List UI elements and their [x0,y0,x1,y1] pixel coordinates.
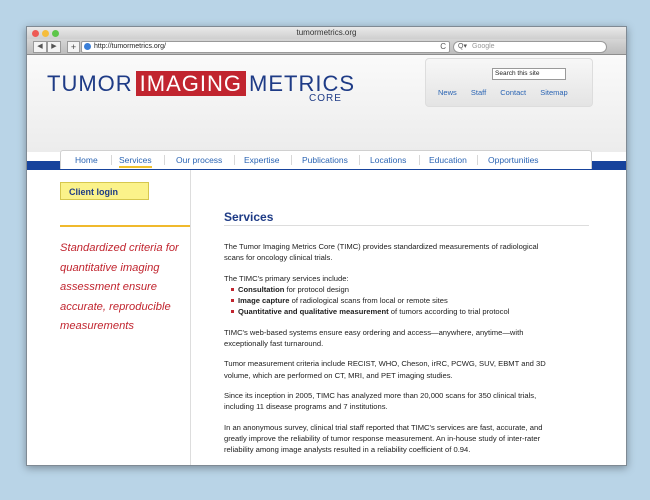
logo-subtitle: CORE [309,93,342,104]
services-list: Consultation for protocol design Image c… [224,284,559,318]
nav-buttons: ◀ ▶ [33,41,61,53]
close-window-button[interactable] [32,30,39,37]
intro-paragraph: The Tumor Imaging Metrics Core (TIMC) pr… [224,242,539,263]
paragraph-web-systems: TIMC's web-based systems ensure easy ord… [224,327,524,349]
nav-divider [359,155,360,165]
main-nav: Home Services Our process Expertise Publ… [60,150,592,169]
nav-divider [477,155,478,165]
service-name: Consultation [238,284,285,294]
nav-locations[interactable]: Locations [370,155,406,165]
nav-opportunities[interactable]: Opportunities [488,155,539,165]
utility-box: Search this site News Staff Contact Site… [425,58,593,107]
utility-links: News Staff Contact Sitemap [438,88,580,97]
client-login-button[interactable]: Client login [60,182,149,200]
search-icon: Q▾ [458,43,467,50]
services-lead: The TIMC's primary services include: [224,273,349,283]
list-item: Image capture of radiological scans from… [224,295,559,306]
nav-divider [291,155,292,165]
logo-word-imaging: IMAGING [135,71,246,96]
web-page: TUMOR IMAGING METRICS CORE Search this sit… [27,55,626,465]
browser-search-field[interactable]: Q▾ Google [453,41,607,53]
browser-window: tumormetrics.org ◀ ▶ + http://tumormetric… [26,26,627,466]
paragraph-criteria: Tumor measurement criteria include RECIS… [224,359,546,380]
site-search-input[interactable]: Search this site [492,68,566,80]
nav-publications[interactable]: Publications [302,155,348,165]
page-title: Services [224,210,274,224]
sidebar-divider [60,225,190,227]
service-name: Quantitative and qualitative measurement [238,307,389,317]
nav-divider [419,155,420,165]
sidebar-tagline: Standardized criteria for quantitative i… [60,242,179,332]
address-bar[interactable]: http://tumormetrics.org/ C [81,41,450,53]
nav-home[interactable]: Home [75,155,98,165]
util-link-staff[interactable]: Staff [471,88,486,97]
sidebar: Client login Standardized criteria for q… [27,170,191,465]
globe-icon [84,43,91,50]
util-link-contact[interactable]: Contact [500,88,526,97]
nav-our-process[interactable]: Our process [176,155,222,165]
service-name: Image capture [238,296,290,306]
paragraph-survey: In an anonymous survey, clinical trial s… [224,422,543,455]
service-desc: of radiological scans from local or remo… [289,296,448,306]
url-text: http://tumormetrics.org/ [94,43,166,50]
reload-icon[interactable]: C [440,42,446,52]
add-bookmark-icon[interactable]: + [67,41,80,53]
list-item: Consultation for protocol design [224,284,559,295]
nav-education[interactable]: Education [429,155,467,165]
title-bar: tumormetrics.org [27,27,626,39]
search-placeholder: Google [472,43,495,50]
list-item: Quantitative and qualitative measurement… [224,306,559,317]
forward-icon[interactable]: ▶ [47,41,61,53]
nav-services[interactable]: Services [119,155,152,168]
nav-divider [164,155,165,165]
zoom-window-button[interactable] [52,30,59,37]
nav-expertise[interactable]: Expertise [244,155,279,165]
logo-word-tumor: TUMOR [47,71,133,96]
nav-divider [234,155,235,165]
util-link-sitemap[interactable]: Sitemap [540,88,568,97]
title-divider [224,225,589,226]
util-link-news[interactable]: News [438,88,457,97]
back-icon[interactable]: ◀ [33,41,47,53]
content-body: The Tumor Imaging Metrics Core (TIMC) pr… [224,241,559,464]
nav-divider [111,155,112,165]
window-title: tumormetrics.org [296,28,357,37]
service-desc: for protocol design [284,284,349,294]
minimize-window-button[interactable] [42,30,49,37]
service-desc: of tumors according to trial protocol [388,307,510,317]
paragraph-history: Since its inception in 2005, TIMC has an… [224,390,537,412]
browser-toolbar: ◀ ▶ + http://tumormetrics.org/ C Q▾ Googl… [27,39,626,55]
